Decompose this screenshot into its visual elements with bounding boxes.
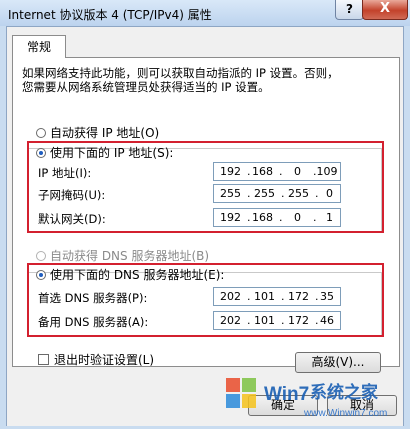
description-line-1: 如果网络支持此功能，则可以获取自动指派的 IP 设置。否则， [22, 66, 339, 80]
radio-off-icon [36, 127, 46, 138]
dns1-octet-2: 101 [254, 290, 275, 303]
advanced-button[interactable]: 高级(V)... [295, 352, 381, 373]
dns1-octet-3: 172 [288, 290, 309, 303]
gw-octet-2: 168 [252, 211, 273, 224]
ip-octet-3: 0 [294, 165, 301, 178]
manual-ip-radio[interactable]: 使用下面的 IP 地址(S): [36, 144, 173, 161]
subnet-mask-input[interactable]: 255 . 255 . 255 . 0 [213, 184, 341, 203]
ip-address-label: IP 地址(I): [38, 166, 92, 180]
ip-octet-2: 168 [252, 165, 273, 178]
radio-off-icon [36, 250, 46, 261]
auto-ip-radio[interactable]: 自动获得 IP 地址(O) [36, 124, 159, 141]
gw-octet-1: 192 [220, 211, 241, 224]
manual-ip-label: 使用下面的 IP 地址(S): [50, 146, 174, 160]
manual-dns-label: 使用下面的 DNS 服务器地址(E): [50, 268, 225, 282]
mask-octet-2: 255 [254, 187, 275, 200]
dns2-octet-3: 172 [288, 314, 309, 327]
window-title: Internet 协议版本 4 (TCP/IPv4) 属性 [8, 8, 212, 22]
tab-general[interactable]: 常规 [12, 35, 66, 58]
svg-text:Win7: Win7 [264, 384, 309, 405]
close-button[interactable]: X [362, 0, 408, 20]
radio-on-icon [36, 269, 46, 280]
svg-text:系统之家: 系统之家 [310, 382, 378, 403]
dns2-octet-2: 101 [254, 314, 275, 327]
title-bar[interactable]: Internet 协议版本 4 (TCP/IPv4) 属性 ? X [0, 0, 410, 26]
auto-dns-label: 自动获得 DNS 服务器地址(B) [50, 249, 210, 263]
alternate-dns-label: 备用 DNS 服务器(A): [38, 315, 149, 329]
mask-octet-3: 255 [288, 187, 309, 200]
svg-text:www.Winwin7.com: www.Winwin7.com [303, 408, 387, 419]
manual-dns-radio[interactable]: 使用下面的 DNS 服务器地址(E): [36, 266, 224, 283]
dns1-octet-1: 202 [220, 290, 241, 303]
mask-octet-4: 0 [326, 187, 333, 200]
watermark-logo: Win7 系统之家 www.Winwin7.com [226, 378, 387, 419]
subnet-mask-label: 子网掩码(U): [38, 188, 106, 202]
ip-octet-4: .109 [313, 165, 338, 178]
watermark: Win7 系统之家 www.Winwin7.com [218, 372, 408, 426]
ip-address-input[interactable]: 192 . 168 . 0 .109 [213, 162, 341, 181]
preferred-dns-input[interactable]: 202 . 101 . 172 . 35 [213, 287, 341, 306]
preferred-dns-label: 首选 DNS 服务器(P): [38, 291, 148, 305]
validate-on-exit-checkbox[interactable]: 退出时验证设置(L) [38, 351, 154, 368]
radio-on-icon [36, 147, 46, 158]
dns1-octet-4: 35 [320, 290, 334, 303]
auto-ip-label: 自动获得 IP 地址(O) [50, 126, 160, 140]
description-line-2: 您需要从网络系统管理员处获得适当的 IP 设置。 [22, 80, 270, 94]
checkbox-icon [38, 354, 49, 365]
validate-on-exit-label: 退出时验证设置(L) [54, 353, 155, 367]
dns2-octet-1: 202 [220, 314, 241, 327]
gateway-input[interactable]: 192 . 168 . 0 . 1 [213, 208, 341, 227]
auto-dns-radio[interactable]: 自动获得 DNS 服务器地址(B) [36, 247, 209, 264]
alternate-dns-input[interactable]: 202 . 101 . 172 . 46 [213, 311, 341, 330]
description: 如果网络支持此功能，则可以获取自动指派的 IP 设置。否则， 您需要从网络系统管… [22, 66, 362, 94]
gateway-label: 默认网关(D): [38, 212, 106, 226]
mask-octet-1: 255 [220, 187, 241, 200]
help-button[interactable]: ? [335, 0, 364, 20]
gw-octet-3: 0 [294, 211, 301, 224]
ip-octet-1: 192 [220, 165, 241, 178]
dns2-octet-4: 46 [320, 314, 334, 327]
gw-octet-4: 1 [326, 211, 333, 224]
